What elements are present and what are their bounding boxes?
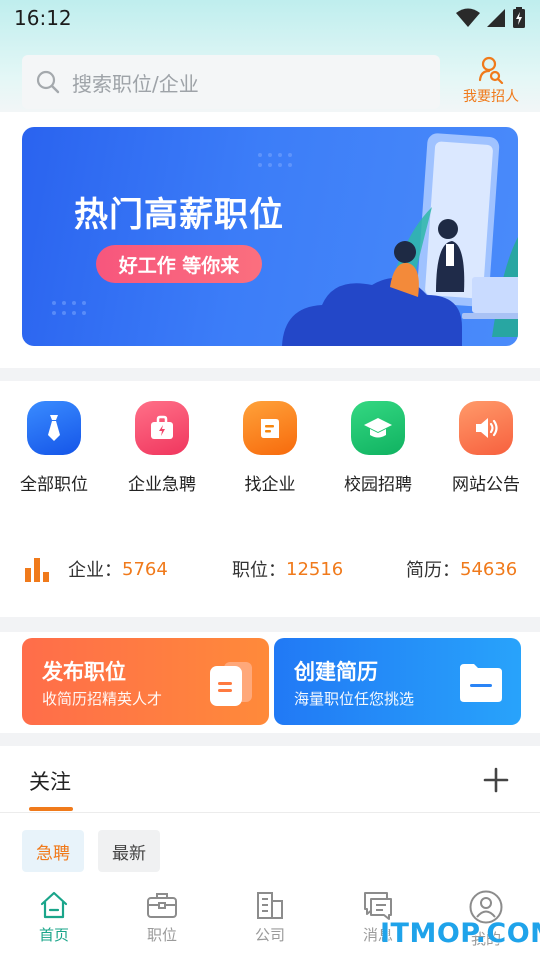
battery-icon (513, 7, 525, 28)
promo-banner[interactable]: 热门高薪职位 好工作 等你来 (22, 127, 518, 346)
nav-home[interactable]: 首页 (0, 890, 108, 945)
message-icon (364, 892, 392, 920)
chip-urgent[interactable]: 急聘 (22, 830, 84, 872)
company-book-icon (243, 401, 297, 455)
category-announcement[interactable]: 网站公告 (432, 401, 540, 495)
stat-jobs-label: 职位： (232, 560, 286, 581)
category-campus[interactable]: 校园招聘 (324, 401, 432, 495)
banner-title: 热门高薪职位 (74, 195, 284, 235)
create-resume-subtitle: 海量职位任您挑选 (294, 690, 415, 708)
post-job-subtitle: 收简历招精英人才 (42, 690, 163, 708)
category-label: 找企业 (244, 475, 296, 495)
nav-label: 职位 (146, 926, 177, 944)
stat-resumes-value: 54636 (460, 558, 518, 580)
stat-company-value: 5764 (122, 558, 168, 580)
status-bar: 16:12 (0, 0, 540, 36)
nav-company[interactable]: 公司 (216, 890, 324, 945)
category-label: 企业急聘 (128, 475, 196, 495)
folder-icon (460, 664, 502, 702)
category-urgent-hiring[interactable]: 企业急聘 (108, 401, 216, 495)
stat-jobs: 职位： 12516 (232, 556, 343, 582)
search-icon (36, 70, 60, 94)
post-job-title: 发布职位 (42, 660, 126, 684)
search-input[interactable]: 搜索职位/企业 (22, 55, 440, 109)
wifi-icon (456, 8, 480, 27)
stat-company: 企业： 5764 (68, 556, 168, 582)
banner-illustration (52, 133, 518, 346)
urgent-bag-icon (135, 401, 189, 455)
category-all-jobs[interactable]: 全部职位 (0, 401, 108, 495)
stat-jobs-value: 12516 (286, 558, 344, 580)
chip-latest[interactable]: 最新 (98, 830, 160, 872)
briefcase-icon (147, 893, 177, 918)
graduation-cap-icon (351, 401, 405, 455)
recruit-label: 我要招人 (463, 89, 519, 105)
category-find-company[interactable]: 找企业 (216, 401, 324, 495)
stats-row: 企业： 5764 职位： 12516 简历： 54636 (0, 556, 540, 590)
create-resume-title: 创建简历 (294, 660, 378, 684)
search-placeholder: 搜索职位/企业 (72, 71, 199, 96)
recruit-button[interactable]: 我要招人 (456, 56, 526, 108)
status-icons (456, 7, 526, 29)
add-icon[interactable] (482, 766, 510, 794)
tab-follow-indicator (29, 807, 73, 811)
nav-label: 首页 (38, 926, 69, 944)
category-label: 全部职位 (20, 475, 88, 495)
nav-label: 公司 (254, 926, 285, 944)
post-job-card[interactable]: 发布职位 收简历招精英人才 (22, 638, 269, 725)
divider (0, 812, 540, 813)
banner-tagline: 好工作 等你来 (96, 245, 262, 283)
tie-icon (27, 401, 81, 455)
nav-jobs[interactable]: 职位 (108, 890, 216, 945)
tab-follow[interactable]: 关注 (29, 766, 71, 796)
watermark: ITMOP.COM (380, 918, 540, 949)
category-label: 网站公告 (452, 475, 520, 495)
building-icon (257, 892, 283, 919)
stat-resumes: 简历： 54636 (406, 556, 517, 582)
bar-chart-icon (25, 558, 49, 582)
create-resume-card[interactable]: 创建简历 海量职位任您挑选 (274, 638, 521, 725)
status-time: 16:12 (14, 6, 72, 30)
signal-icon (487, 9, 505, 27)
stat-company-label: 企业： (68, 560, 122, 581)
person-search-icon (478, 56, 504, 84)
stat-resumes-label: 简历： (406, 560, 460, 581)
document-icon (210, 662, 252, 706)
home-icon (40, 891, 68, 919)
speaker-icon (459, 401, 513, 455)
category-label: 校园招聘 (344, 475, 412, 495)
